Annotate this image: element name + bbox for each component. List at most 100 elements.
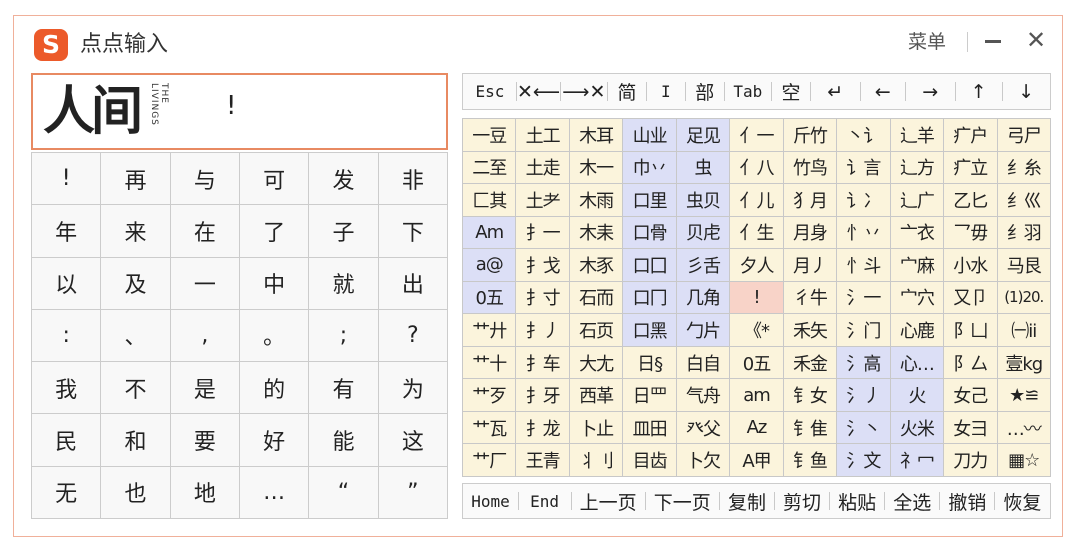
radical-key[interactable]: 足见	[676, 119, 731, 152]
radical-key[interactable]: 讠冫	[837, 184, 891, 217]
radical-key[interactable]: 土工	[516, 119, 570, 152]
toolbar-key[interactable]: 恢复	[995, 484, 1050, 518]
radical-key[interactable]: 钅女	[783, 379, 838, 412]
radical-key[interactable]: 火米	[890, 411, 945, 445]
radical-key[interactable]: 讠言	[837, 151, 891, 185]
radical-key[interactable]: 辶羊	[890, 119, 945, 152]
radical-key[interactable]: 丶讠	[837, 119, 891, 152]
char-key[interactable]: “	[309, 466, 379, 519]
radical-key[interactable]: 纟羽	[997, 216, 1051, 250]
radical-key[interactable]: 一豆	[463, 119, 517, 152]
radical-key[interactable]: 小水	[944, 249, 998, 282]
toolbar-key[interactable]: →	[905, 74, 955, 109]
radical-key[interactable]: 卜止	[569, 411, 624, 445]
radical-key[interactable]: 斤竹	[783, 119, 838, 152]
radical-key[interactable]: 刀力	[944, 444, 998, 477]
toolbar-key[interactable]: 撤销	[940, 484, 995, 518]
char-key[interactable]: ?	[378, 309, 448, 363]
toolbar-key[interactable]: 上一页	[571, 484, 645, 518]
toolbar-key[interactable]: 下一页	[645, 484, 719, 518]
radical-key[interactable]: ㈠ii	[997, 314, 1051, 347]
radical-key[interactable]: 口冂	[623, 281, 677, 315]
toolbar-key[interactable]: ←	[860, 74, 905, 109]
radical-key[interactable]: 日罒	[623, 379, 677, 412]
char-key[interactable]: !	[32, 153, 102, 206]
radical-key[interactable]: Az	[730, 411, 784, 445]
radical-key[interactable]: a@	[463, 249, 517, 282]
toolbar-key[interactable]: End	[518, 484, 571, 518]
char-key[interactable]: 出	[378, 257, 448, 310]
radical-key[interactable]: 又卩	[944, 281, 998, 315]
toolbar-key[interactable]: 粘贴	[830, 484, 885, 518]
menu-button[interactable]: 菜单	[908, 27, 946, 57]
radical-key[interactable]: 艹廾	[463, 314, 517, 347]
radical-key[interactable]: 艹瓦	[463, 411, 517, 445]
radical-key[interactable]: 心…	[890, 346, 945, 380]
radical-key[interactable]: Am	[463, 216, 517, 250]
radical-key[interactable]: 钅隹	[783, 411, 838, 445]
radical-key[interactable]: 彡舌	[676, 249, 731, 282]
radical-key[interactable]: 目齿	[623, 444, 677, 477]
radical-key[interactable]: 纟巛	[997, 184, 1051, 217]
toolbar-key[interactable]: 剪切	[775, 484, 830, 518]
radical-key[interactable]: 口骨	[623, 216, 677, 250]
radical-key[interactable]: 亠衣	[890, 216, 945, 250]
radical-key[interactable]: 钅鱼	[783, 444, 838, 477]
radical-key[interactable]: 白自	[676, 346, 731, 380]
radical-key[interactable]: 皿田	[623, 411, 677, 445]
radical-key[interactable]: 二至	[463, 151, 517, 185]
radical-key[interactable]: 夕人	[730, 249, 784, 282]
radical-key[interactable]: 禾金	[783, 346, 838, 380]
radical-key[interactable]: 亻儿	[730, 184, 784, 217]
radical-key[interactable]: 卜欠	[676, 444, 731, 477]
radical-key[interactable]: 口黑	[623, 314, 677, 347]
radical-key[interactable]: 木豕	[569, 249, 624, 282]
radical-key[interactable]: 木雨	[569, 184, 624, 217]
radical-key[interactable]: 山业	[623, 119, 677, 152]
char-key[interactable]: …	[240, 466, 310, 519]
char-key[interactable]: 再	[101, 153, 171, 206]
char-key[interactable]: 一	[170, 257, 240, 310]
radical-key[interactable]: 氵高	[837, 346, 891, 380]
radical-key[interactable]: 艹十	[463, 346, 517, 380]
radical-key[interactable]: 女彐	[944, 411, 998, 445]
toolbar-key[interactable]: Tab	[724, 74, 771, 109]
char-key[interactable]: 的	[240, 362, 310, 415]
radical-key[interactable]: 日§	[623, 346, 677, 380]
radical-key[interactable]: 扌牙	[516, 379, 570, 412]
char-key[interactable]: 就	[309, 257, 379, 310]
close-icon[interactable]: ✕	[1026, 26, 1046, 54]
radical-key[interactable]: 西革	[569, 379, 624, 412]
radical-key[interactable]: 火	[890, 379, 945, 412]
radical-key[interactable]: 亻一	[730, 119, 784, 152]
radical-key[interactable]: ★≌	[997, 379, 1051, 412]
radical-key[interactable]: 月身	[783, 216, 838, 250]
radical-key[interactable]: 彳牛	[783, 281, 838, 315]
char-key[interactable]: 我	[32, 362, 102, 415]
char-key[interactable]: 为	[378, 362, 448, 415]
radical-key[interactable]: 石而	[569, 281, 624, 315]
radical-key[interactable]: 虫贝	[676, 184, 731, 217]
radical-key[interactable]: 壹kg	[997, 346, 1051, 380]
radical-key[interactable]: 匚其	[463, 184, 517, 217]
radical-key[interactable]: 艹歹	[463, 379, 517, 412]
toolbar-key[interactable]: ✕⟵	[517, 74, 560, 109]
radical-key[interactable]: 扌戈	[516, 249, 570, 282]
radical-key[interactable]: 木一	[569, 151, 624, 185]
char-key[interactable]: ;	[309, 309, 379, 363]
toolbar-key[interactable]: ↵	[810, 74, 860, 109]
radical-key[interactable]: 土走	[516, 151, 570, 185]
radical-key[interactable]: 犭月	[783, 184, 838, 217]
char-key[interactable]: 与	[170, 153, 240, 206]
radical-key[interactable]: 扌寸	[516, 281, 570, 315]
char-key[interactable]: 子	[309, 205, 379, 258]
radical-key[interactable]: 勹片	[676, 314, 731, 347]
radical-key[interactable]: 心鹿	[890, 314, 945, 347]
radical-key[interactable]: 氵丿	[837, 379, 891, 412]
radical-key[interactable]: 宀麻	[890, 249, 945, 282]
char-key[interactable]: :	[32, 309, 102, 363]
char-key[interactable]: 好	[240, 414, 310, 467]
radical-key[interactable]: 木耳	[569, 119, 624, 152]
radical-key[interactable]: 礻冖	[890, 444, 945, 477]
radical-key[interactable]: 贝虍	[676, 216, 731, 250]
